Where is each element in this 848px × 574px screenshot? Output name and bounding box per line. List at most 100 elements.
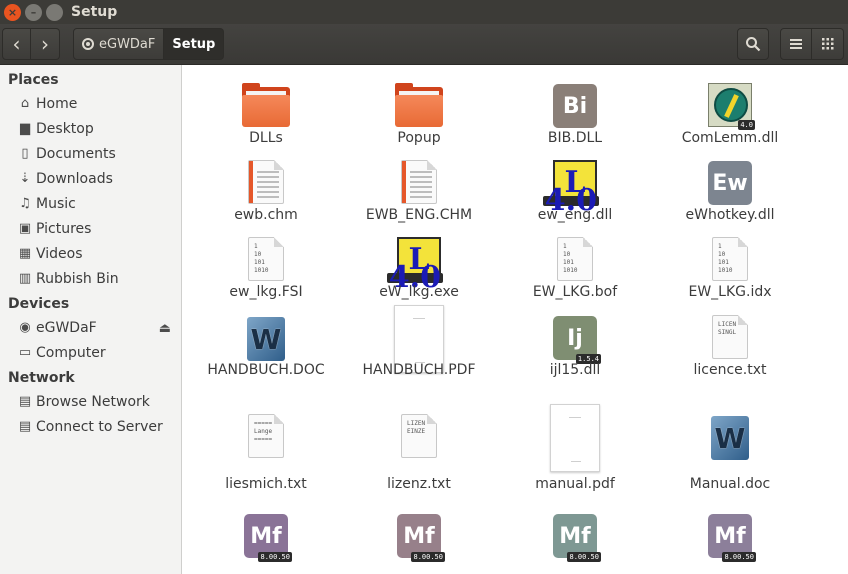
library-icon: Bi bbox=[553, 84, 597, 128]
file-item[interactable]: LIZEN EINZE lizenz.txt bbox=[344, 404, 494, 492]
file-item[interactable]: LICEN SINGL licence.txt bbox=[655, 305, 805, 380]
file-item[interactable]: 1 10 101 1010 EW_LKG.bof bbox=[500, 227, 650, 302]
file-item[interactable]: 1 10 101 1010 EW_LKG.idx bbox=[655, 227, 805, 302]
back-button[interactable]: ‹ bbox=[2, 28, 31, 60]
version-badge: 8.00.50 bbox=[411, 552, 445, 562]
library-icon: Mf 8.00.50 bbox=[708, 514, 756, 562]
eject-icon[interactable]: ⏏ bbox=[159, 321, 171, 336]
file-item[interactable]: W HANDBUCH.DOC bbox=[191, 305, 341, 380]
binary-file-icon: 1 10 101 1010 bbox=[557, 237, 593, 281]
breadcrumb: eGWDaF Setup bbox=[73, 28, 225, 60]
sidebar-item-downloads[interactable]: ⇣ Downloads bbox=[0, 166, 181, 191]
file-item[interactable]: ===== Lange ===== liesmich.txt bbox=[191, 404, 341, 492]
help-document-icon bbox=[401, 160, 437, 204]
sidebar-section-title: Places bbox=[8, 72, 59, 88]
window-title: Setup bbox=[71, 4, 118, 20]
home-icon: ⌂ bbox=[20, 96, 30, 111]
file-item[interactable]: EWB_ENG.CHM bbox=[344, 150, 494, 225]
file-item[interactable]: Mf8.00.50mfcm80u.dll bbox=[655, 503, 805, 574]
file-item[interactable]: Ew eWhotkey.dll bbox=[655, 150, 805, 225]
l-app-icon: L 4.0 bbox=[542, 160, 599, 216]
version-badge: 4.0 bbox=[738, 120, 755, 130]
help-document-icon bbox=[248, 160, 284, 204]
file-name: lizenz.txt bbox=[387, 476, 451, 492]
breadcrumb-egwdaf[interactable]: eGWDaF bbox=[73, 28, 165, 60]
computer-icon: ▭ bbox=[18, 345, 32, 360]
forward-button[interactable]: › bbox=[31, 28, 60, 60]
grid-view-button[interactable] bbox=[812, 28, 844, 60]
search-button[interactable] bbox=[737, 28, 769, 60]
file-item[interactable]: Bi BIB.DLL bbox=[500, 73, 650, 148]
file-item[interactable]: Mf8.00.50mfcm80.dll bbox=[500, 503, 650, 574]
icon-letters: W bbox=[714, 421, 746, 455]
text-file-icon: LIZEN EINZE bbox=[401, 414, 437, 458]
sidebar-item-connect-to-server[interactable]: ▤ Connect to Server bbox=[0, 414, 181, 439]
file-name: EW_LKG.idx bbox=[688, 284, 772, 300]
file-item[interactable]: DLLs bbox=[191, 73, 341, 148]
file-name: HANDBUCH.DOC bbox=[207, 362, 325, 378]
file-item[interactable]: 4.0 ComLemm.dll bbox=[655, 73, 805, 148]
icon-letters: Mf bbox=[403, 523, 435, 549]
file-item[interactable]: Mf8.00.50mfc80.dll bbox=[191, 503, 341, 574]
file-item[interactable]: ewb.chm bbox=[191, 150, 341, 225]
file-item[interactable]: L 4.0 ew_eng.dll bbox=[500, 150, 650, 225]
file-item[interactable]: HANDBUCH.PDF bbox=[344, 305, 494, 380]
sidebar-item-rubbish-bin[interactable]: ▥ Rubbish Bin bbox=[0, 266, 181, 291]
icon-preview-text: ===== Lange ===== bbox=[254, 420, 273, 443]
sidebar-item-pictures[interactable]: ▣ Pictures bbox=[0, 216, 181, 241]
l-app-icon: L 4.0 bbox=[386, 237, 443, 293]
sidebar-item-videos[interactable]: ▦ Videos bbox=[0, 241, 181, 266]
minimize-window-button[interactable]: – bbox=[25, 3, 42, 21]
file-item[interactable]: Mf8.00.50mfc80u.dll bbox=[344, 503, 494, 574]
file-name: ewb.chm bbox=[234, 207, 298, 223]
sidebar-item-label: Browse Network bbox=[36, 393, 150, 410]
icon-letters: Bi bbox=[562, 93, 588, 119]
sidebar-item-label: Downloads bbox=[36, 170, 113, 187]
library-icon: Mf 8.00.50 bbox=[553, 514, 601, 562]
sidebar-item-label: Pictures bbox=[36, 220, 92, 237]
file-name: ew_lkg.FSI bbox=[229, 284, 303, 300]
icon-preview-text: 1 10 101 1010 bbox=[254, 243, 269, 274]
sidebar-item-home[interactable]: ⌂ Home bbox=[0, 91, 181, 116]
disc-icon: ◉ bbox=[19, 320, 31, 335]
file-item[interactable]: L 4.0 eW_lkg.exe bbox=[344, 227, 494, 302]
sidebar-item-egwdaf[interactable]: ◉ eGWDaF ⏏ bbox=[0, 315, 181, 340]
file-item[interactable]: manual.pdf bbox=[500, 404, 650, 492]
list-icon bbox=[790, 39, 802, 49]
pdf-document-icon bbox=[550, 404, 600, 472]
icon-preview-text: LICEN SINGL bbox=[718, 321, 737, 336]
maximize-window-button[interactable] bbox=[46, 3, 63, 21]
file-item[interactable]: W Manual.doc bbox=[655, 404, 805, 492]
icon-letters: Mf bbox=[559, 523, 591, 549]
server-icon: ▤ bbox=[18, 419, 32, 434]
header-bar: ‹ › eGWDaF Setup bbox=[0, 24, 848, 65]
icon-letters: Mf bbox=[250, 523, 282, 549]
icon-letters: Ew bbox=[712, 170, 748, 196]
file-item[interactable]: Popup bbox=[344, 73, 494, 148]
file-name: eWhotkey.dll bbox=[685, 207, 775, 223]
list-view-button[interactable] bbox=[780, 28, 812, 60]
close-icon: × bbox=[7, 5, 18, 19]
search-icon bbox=[746, 37, 761, 52]
file-item[interactable]: Ij 1.5.4 ijl15.dll bbox=[500, 305, 650, 380]
library-icon: Mf 8.00.50 bbox=[397, 514, 445, 562]
minimize-icon: – bbox=[30, 5, 37, 19]
file-name: EWB_ENG.CHM bbox=[365, 207, 473, 223]
folder-icon bbox=[242, 83, 290, 127]
icon-letters: Mf bbox=[714, 523, 746, 549]
icon-letters: W bbox=[250, 322, 282, 356]
library-icon: Mf 8.00.50 bbox=[244, 514, 292, 562]
sidebar-item-computer[interactable]: ▭ Computer bbox=[0, 340, 181, 365]
breadcrumb-setup[interactable]: Setup bbox=[164, 28, 225, 60]
close-window-button[interactable]: × bbox=[4, 3, 21, 21]
file-item[interactable]: 1 10 101 1010 ew_lkg.FSI bbox=[191, 227, 341, 302]
text-file-icon: ===== Lange ===== bbox=[248, 414, 284, 458]
text-file-icon: LICEN SINGL bbox=[712, 315, 748, 359]
file-grid: DLLs Popup Bi BIB.DLL 4.0 ComLemm.dll ewb.chm E… bbox=[183, 65, 848, 574]
music-icon: ♫ bbox=[19, 196, 31, 211]
sidebar-item-desktop[interactable]: ▆ Desktop bbox=[0, 116, 181, 141]
sidebar-item-documents[interactable]: ▯ Documents bbox=[0, 141, 181, 166]
sidebar: Places ⌂ Home ▆ Desktop ▯ Documents ⇣ Downloads ♫… bbox=[0, 65, 182, 574]
sidebar-item-music[interactable]: ♫ Music bbox=[0, 191, 181, 216]
sidebar-item-browse-network[interactable]: ▤ Browse Network bbox=[0, 389, 181, 414]
